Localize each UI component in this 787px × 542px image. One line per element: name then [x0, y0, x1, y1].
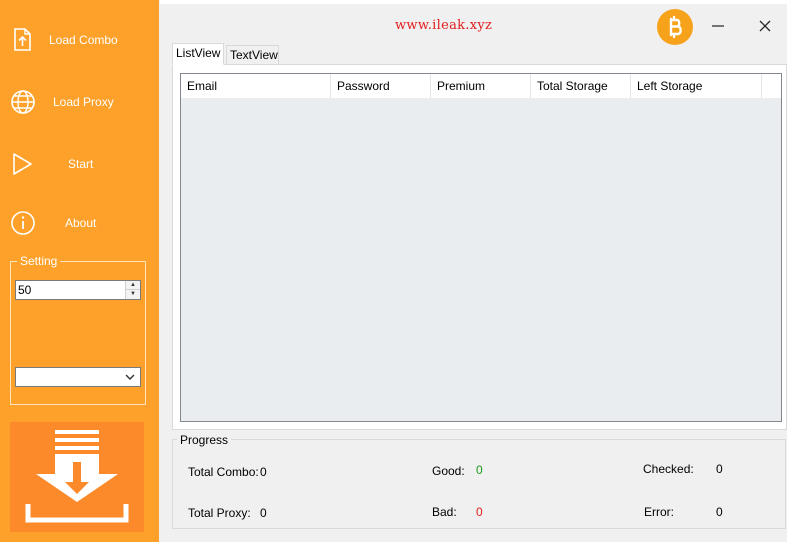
- threads-input[interactable]: [16, 281, 124, 299]
- load-proxy-label: Load Proxy: [53, 95, 114, 109]
- column-header-email[interactable]: Email: [181, 74, 331, 98]
- start-label: Start: [68, 157, 94, 171]
- checked-value: 0: [716, 462, 723, 476]
- site-title: www.ileak.xyz: [395, 18, 493, 33]
- progress-group: Progress Total Combo: 0 Total Proxy: 0 G…: [172, 433, 786, 529]
- minimize-button[interactable]: [708, 12, 728, 40]
- bitcoin-button[interactable]: [657, 9, 693, 45]
- good-value: 0: [476, 463, 483, 477]
- info-icon: [11, 211, 35, 235]
- start-button[interactable]: Start: [0, 139, 159, 189]
- about-button[interactable]: About: [0, 198, 159, 248]
- bitcoin-icon: [669, 15, 682, 39]
- column-header-password[interactable]: Password: [331, 74, 431, 98]
- close-button[interactable]: [755, 12, 775, 40]
- load-combo-label: Load Combo: [49, 33, 118, 47]
- bad-label: Bad:: [432, 505, 457, 519]
- load-proxy-button[interactable]: Load Proxy: [0, 77, 159, 127]
- error-value: 0: [716, 505, 723, 519]
- setting-legend: Setting: [17, 254, 61, 268]
- play-icon: [13, 153, 32, 175]
- column-header-total-storage[interactable]: Total Storage: [531, 74, 631, 98]
- download-icon: [25, 430, 129, 523]
- threads-stepper[interactable]: ▲ ▼: [15, 280, 141, 300]
- results-listview[interactable]: Email Password Premium Total Storage Lef…: [180, 73, 782, 422]
- top-strip: [160, 0, 787, 4]
- column-header-left-storage[interactable]: Left Storage: [631, 74, 762, 98]
- tab-listview[interactable]: ListView: [172, 43, 224, 65]
- about-label: About: [65, 216, 97, 230]
- total-combo-value: 0: [260, 465, 267, 479]
- upload-file-icon: [14, 28, 31, 51]
- column-header-premium[interactable]: Premium: [431, 74, 531, 98]
- bad-value: 0: [476, 505, 483, 519]
- sidebar: Load Combo Load Proxy Start About Settin…: [0, 0, 159, 542]
- stepper-down-icon[interactable]: ▼: [126, 290, 140, 299]
- total-proxy-value: 0: [260, 506, 267, 520]
- close-icon: [759, 20, 771, 32]
- globe-icon: [11, 90, 35, 114]
- chevron-down-icon[interactable]: [124, 371, 136, 383]
- total-combo-label: Total Combo:: [188, 465, 259, 479]
- stepper-up-icon[interactable]: ▲: [126, 281, 140, 290]
- total-proxy-label: Total Proxy:: [188, 506, 251, 520]
- listview-header: Email Password Premium Total Storage Lef…: [181, 74, 781, 98]
- download-tile: [10, 422, 144, 532]
- tab-textview[interactable]: TextView: [226, 45, 279, 65]
- setting-dropdown[interactable]: [15, 367, 141, 387]
- error-label: Error:: [644, 505, 674, 519]
- progress-legend: Progress: [177, 433, 232, 447]
- minimize-icon: [712, 25, 724, 27]
- checked-label: Checked:: [643, 462, 694, 476]
- stepper-arrows[interactable]: ▲ ▼: [125, 281, 140, 299]
- load-combo-button[interactable]: Load Combo: [0, 15, 159, 65]
- setting-group: Setting ▲ ▼: [10, 254, 146, 405]
- good-label: Good:: [432, 464, 465, 478]
